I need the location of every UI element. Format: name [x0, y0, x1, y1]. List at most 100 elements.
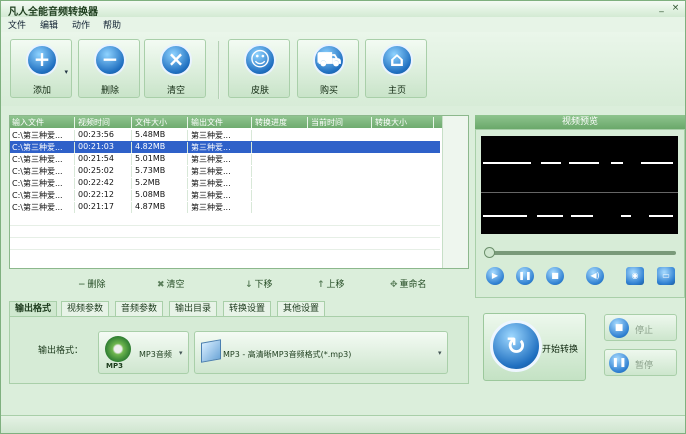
table-row[interactable]: C:\第三种爱... 00:21:17 4.87MB 第三种爱...	[10, 201, 440, 213]
clear-icon: ×	[160, 44, 192, 76]
move-down-button[interactable]: ↓ 下移	[245, 277, 273, 290]
tab-conversion-settings[interactable]: 转换设置	[223, 301, 272, 316]
menu-edit[interactable]: 编辑	[40, 18, 58, 31]
cell-input-file: C:\第三种爱...	[10, 130, 75, 141]
skin-button[interactable]: ☺ 皮肤	[228, 39, 290, 98]
video-frame-line	[621, 215, 631, 217]
minus-icon: −	[78, 280, 86, 290]
file-table: 输入文件 视频时间 文件大小 输出文件 转换进度 当前时间 转换大小 C:\第三…	[9, 115, 469, 269]
remove-button[interactable]: − 删除	[78, 39, 140, 98]
seek-handle[interactable]	[484, 247, 495, 258]
app-window: 凡人全能音频转换器 _ × 文件 编辑 动作 帮助 + ▾ 添加 − 删除 × …	[0, 0, 686, 434]
remove-item-button[interactable]: − 删除	[78, 277, 106, 290]
title-bar: 凡人全能音频转换器 _ ×	[1, 1, 685, 18]
menu-file[interactable]: 文件	[8, 18, 26, 31]
cell-input-file: C:\第三种爱...	[10, 202, 75, 213]
cell-file-size: 5.73MB	[133, 166, 188, 177]
cell-output-file: 第三种爱...	[189, 166, 252, 177]
table-row[interactable]: C:\第三种爱... 00:21:54 5.01MB 第三种爱...	[10, 153, 440, 165]
folder-icon[interactable]: ▭	[657, 267, 675, 285]
remove-button-label: 删除	[100, 86, 119, 96]
home-button[interactable]: ⌂ 主页	[365, 39, 427, 98]
arrow-down-icon: ↓	[245, 280, 253, 290]
status-bar	[1, 415, 685, 433]
clear-button-label: 清空	[166, 86, 185, 96]
rename-button[interactable]: ✥ 重命名	[390, 277, 427, 290]
tab-audio-params[interactable]: 音频参数	[115, 301, 164, 316]
pause-button[interactable]: ❚❚ 暂停	[604, 349, 677, 376]
menu-bar: 文件 编辑 动作 帮助	[1, 17, 685, 32]
buy-button[interactable]: ⛟ 购买	[297, 39, 359, 98]
close-icon[interactable]: ×	[670, 3, 681, 14]
tab-video-params[interactable]: 视频参数	[61, 301, 110, 316]
table-row[interactable]: C:\第三种爱... 00:25:02 5.73MB 第三种爱...	[10, 165, 440, 177]
cell-duration: 00:22:42	[76, 178, 132, 189]
video-frame-line	[483, 215, 527, 217]
start-convert-button[interactable]: ↻ 开始转换	[483, 313, 586, 381]
clear-list-button[interactable]: ✖ 清空	[157, 277, 185, 290]
column-header-file-size[interactable]: 文件大小	[133, 117, 188, 128]
format-value: MP3 - 高清晰MP3音频格式(*.mp3)	[223, 350, 352, 359]
clear-button[interactable]: × 清空	[144, 39, 206, 98]
move-up-label: 上移	[326, 280, 345, 290]
seek-bar[interactable]	[486, 251, 676, 255]
cell-file-size: 5.48MB	[133, 130, 188, 141]
tab-output-format[interactable]: 输出格式	[9, 301, 58, 316]
format-select[interactable]: MP3 - 高清晰MP3音频格式(*.mp3) ▾	[194, 331, 448, 374]
table-row[interactable]: C:\第三种爱... 00:23:56 5.48MB 第三种爱...	[10, 129, 440, 141]
column-header-output-file[interactable]: 输出文件	[189, 117, 252, 128]
cell-file-size: 5.2MB	[133, 178, 188, 189]
row-divider	[10, 237, 440, 238]
menu-action[interactable]: 动作	[72, 18, 90, 31]
table-scrollbar[interactable]	[442, 116, 468, 268]
table-row-selected[interactable]: C:\第三种爱... 00:21:03 4.82MB 第三种爱...	[10, 141, 440, 153]
move-down-label: 下移	[254, 280, 273, 290]
video-frame-line	[537, 215, 563, 217]
snapshot-icon[interactable]: ◉	[626, 267, 644, 285]
move-up-button[interactable]: ↑ 上移	[317, 277, 345, 290]
minimize-icon[interactable]: _	[656, 3, 667, 14]
chevron-down-icon: ▾	[179, 349, 183, 357]
chevron-down-icon[interactable]: ▾	[64, 68, 68, 76]
remove-icon: −	[94, 44, 126, 76]
column-header-progress[interactable]: 转换进度	[253, 117, 308, 128]
window-title: 凡人全能音频转换器	[8, 7, 98, 18]
cell-input-file: C:\第三种爱...	[10, 190, 75, 201]
video-frame-line	[611, 162, 623, 164]
cell-duration: 00:21:03	[76, 142, 132, 153]
pause-icon[interactable]: ❚❚	[516, 267, 534, 285]
stop-icon: ■	[609, 318, 629, 338]
rename-icon: ✥	[390, 280, 398, 290]
volume-icon[interactable]: ◀)	[586, 267, 604, 285]
add-button-label: 添加	[32, 86, 51, 96]
menu-help[interactable]: 帮助	[103, 18, 121, 31]
preview-panel: ▶ ❚❚ ■ ◀) ◉ ▭	[475, 129, 685, 298]
cell-output-file: 第三种爱...	[189, 178, 252, 189]
cell-duration: 00:23:56	[76, 130, 132, 141]
column-header-current-time[interactable]: 当前时间	[309, 117, 372, 128]
stop-label: 停止	[635, 326, 654, 336]
table-header: 输入文件 视频时间 文件大小 输出文件 转换进度 当前时间 转换大小	[10, 116, 468, 128]
format-category-select[interactable]: MP3 MP3音频 ▾	[98, 331, 189, 374]
cell-output-file: 第三种爱...	[189, 130, 252, 141]
column-header-converted-size[interactable]: 转换大小	[373, 117, 434, 128]
stop-button[interactable]: ■ 停止	[604, 314, 677, 341]
table-row[interactable]: C:\第三种爱... 00:22:42 5.2MB 第三种爱...	[10, 177, 440, 189]
skin-button-label: 皮肤	[250, 86, 269, 96]
pause-label: 暂停	[635, 361, 654, 371]
cube-icon	[201, 339, 221, 363]
play-icon[interactable]: ▶	[486, 267, 504, 285]
rename-label: 重命名	[399, 280, 427, 290]
add-icon: +	[26, 44, 58, 76]
stop-icon[interactable]: ■	[546, 267, 564, 285]
cell-duration: 00:21:54	[76, 154, 132, 165]
toolbar-divider	[218, 41, 220, 99]
cell-duration: 00:21:17	[76, 202, 132, 213]
tab-other-settings[interactable]: 其他设置	[277, 301, 326, 316]
column-header-input-file[interactable]: 输入文件	[10, 117, 75, 128]
table-row[interactable]: C:\第三种爱... 00:22:12 5.08MB 第三种爱...	[10, 189, 440, 201]
column-header-duration[interactable]: 视频时间	[76, 117, 132, 128]
tab-output-directory[interactable]: 输出目录	[169, 301, 218, 316]
add-button[interactable]: + ▾ 添加	[10, 39, 72, 98]
cell-output-file: 第三种爱...	[189, 190, 252, 201]
